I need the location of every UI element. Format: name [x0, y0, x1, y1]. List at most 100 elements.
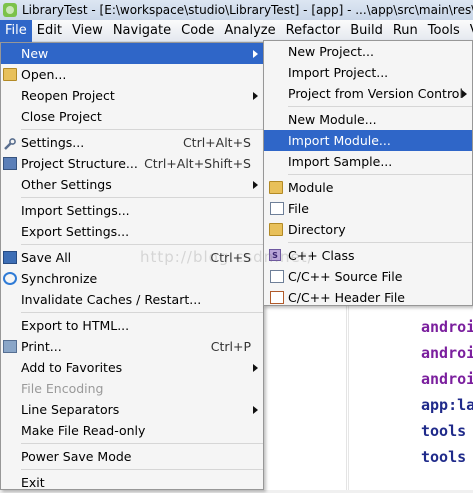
file-menu-import-settings[interactable]: Import Settings... [1, 200, 263, 221]
file-menu-export-settings-label: Export Settings... [21, 224, 130, 239]
file-menu-file-encoding-label: File Encoding [21, 381, 104, 396]
file-menu-open-label: Open... [21, 67, 67, 82]
new-menu-directory[interactable]: Directory [264, 219, 472, 240]
submenu-arrow-icon [253, 181, 258, 189]
menu-build[interactable]: Build [345, 20, 388, 42]
code-line: androi [421, 370, 473, 388]
code-editor[interactable]: androi androi androi app:la tools tools [264, 306, 473, 490]
new-menu-import-sample[interactable]: Import Sample... [264, 151, 472, 172]
file-menu-line-separators-label: Line Separators [21, 402, 120, 417]
menu-separator [21, 312, 263, 313]
code-line: tools [421, 422, 467, 440]
file-menu-other-settings-label: Other Settings [21, 177, 112, 192]
watermark: http://blog.csdn.net/ [140, 248, 314, 266]
submenu-arrow-icon [253, 92, 258, 100]
file-menu-line-separators[interactable]: Line Separators [1, 399, 263, 420]
file-menu-exit-label: Exit [21, 475, 45, 490]
menu-run[interactable]: Run [388, 20, 423, 42]
new-module-label: New Module... [288, 112, 377, 127]
file-menu-import-settings-label: Import Settings... [21, 203, 130, 218]
menu-analyze[interactable]: Analyze [219, 20, 280, 42]
cpp-source-file-icon [270, 270, 284, 283]
menu-view[interactable]: View [67, 20, 108, 42]
menu-separator [288, 174, 472, 175]
android-studio-icon [3, 3, 17, 17]
project-structure-icon [3, 157, 17, 170]
file-menu-file-encoding: File Encoding [1, 378, 263, 399]
code-line: androi [421, 344, 473, 362]
project-from-vcs-label: Project from Version Control [288, 86, 463, 101]
new-menu-file[interactable]: File [264, 198, 472, 219]
new-menu-module[interactable]: Module [264, 177, 472, 198]
code-line: tools [421, 448, 467, 466]
new-menu-import-project[interactable]: Import Project... [264, 62, 472, 83]
file-menu-new[interactable]: New [1, 43, 263, 64]
new-project-label: New Project... [288, 44, 374, 59]
file-menu-open[interactable]: Open... [1, 64, 263, 85]
menu-separator [21, 244, 263, 245]
file-menu-new-label: New [21, 46, 49, 61]
file-label: File [288, 201, 309, 216]
file-menu-power-save[interactable]: Power Save Mode [1, 446, 263, 467]
file-menu-make-read-only-label: Make File Read-only [21, 423, 146, 438]
submenu-arrow-icon [462, 90, 467, 98]
file-menu-close-label: Close Project [21, 109, 102, 124]
menu-navigate[interactable]: Navigate [108, 20, 176, 42]
new-menu-new-project[interactable]: New Project... [264, 41, 472, 62]
code-line: androi [421, 318, 473, 336]
menu-edit[interactable]: Edit [32, 20, 67, 42]
shortcut-label: Ctrl+Alt+Shift+S [144, 156, 251, 171]
shortcut-label: Ctrl+P [210, 339, 251, 354]
new-menu-cpp-source[interactable]: C/C++ Source File [264, 266, 472, 287]
menu-separator [21, 129, 263, 130]
menu-file[interactable]: File [0, 19, 32, 42]
file-menu-invalidate-label: Invalidate Caches / Restart... [21, 292, 202, 307]
cpp-source-label: C/C++ Source File [288, 269, 403, 284]
module-folder-icon [269, 181, 283, 194]
file-menu-print[interactable]: Print... Ctrl+P [1, 336, 263, 357]
gutter-divider [346, 306, 347, 490]
menu-separator [21, 469, 263, 470]
new-menu-project-from-vcs[interactable]: Project from Version Control [264, 83, 472, 104]
file-menu-project-structure[interactable]: Project Structure... Ctrl+Alt+Shift+S [1, 153, 263, 174]
file-menu-export-settings[interactable]: Export Settings... [1, 221, 263, 242]
save-icon [3, 251, 17, 264]
menu-code[interactable]: Code [176, 20, 219, 42]
import-project-label: Import Project... [288, 65, 389, 80]
menu-tools[interactable]: Tools [423, 20, 465, 42]
window-title: LibraryTest - [E:\workspace\studio\Libra… [22, 3, 473, 17]
file-menu-synchronize[interactable]: Synchronize [1, 268, 263, 289]
file-menu-power-save-label: Power Save Mode [21, 449, 132, 464]
new-menu-new-module[interactable]: New Module... [264, 109, 472, 130]
submenu-arrow-icon [253, 406, 258, 414]
file-menu-export-html[interactable]: Export to HTML... [1, 315, 263, 336]
file-menu-project-structure-label: Project Structure... [21, 156, 138, 171]
menu-refactor[interactable]: Refactor [281, 20, 346, 42]
file-menu-synchronize-label: Synchronize [21, 271, 98, 286]
file-menu: New Open... Reopen Project Close Project… [0, 42, 264, 490]
file-menu-other-settings[interactable]: Other Settings [1, 174, 263, 195]
menu-separator [288, 242, 472, 243]
file-menu-reopen-project[interactable]: Reopen Project [1, 85, 263, 106]
file-menu-invalidate-caches[interactable]: Invalidate Caches / Restart... [1, 289, 263, 310]
directory-label: Directory [288, 222, 346, 237]
editor-gutter [264, 306, 349, 490]
file-menu-make-read-only[interactable]: Make File Read-only [1, 420, 263, 441]
file-menu-add-to-favorites[interactable]: Add to Favorites [1, 357, 263, 378]
new-menu-cpp-header[interactable]: C/C++ Header File [264, 287, 472, 308]
code-line: app:la [421, 396, 473, 414]
cpp-header-file-icon [270, 291, 284, 304]
file-menu-reopen-label: Reopen Project [21, 88, 115, 103]
file-menu-export-html-label: Export to HTML... [21, 318, 130, 333]
menu-separator [21, 197, 263, 198]
submenu-arrow-icon [253, 364, 258, 372]
file-menu-close-project[interactable]: Close Project [1, 106, 263, 127]
new-menu-import-module[interactable]: Import Module... [264, 130, 472, 151]
file-menu-settings[interactable]: Settings... Ctrl+Alt+S [1, 132, 263, 153]
folder-icon [3, 68, 17, 81]
menu-vcs[interactable]: VCS [465, 20, 473, 42]
import-module-label: Import Module... [288, 133, 391, 148]
sync-icon [3, 272, 17, 285]
menu-bar: File Edit View Navigate Code Analyze Ref… [0, 19, 473, 42]
title-bar: LibraryTest - [E:\workspace\studio\Libra… [0, 0, 473, 20]
